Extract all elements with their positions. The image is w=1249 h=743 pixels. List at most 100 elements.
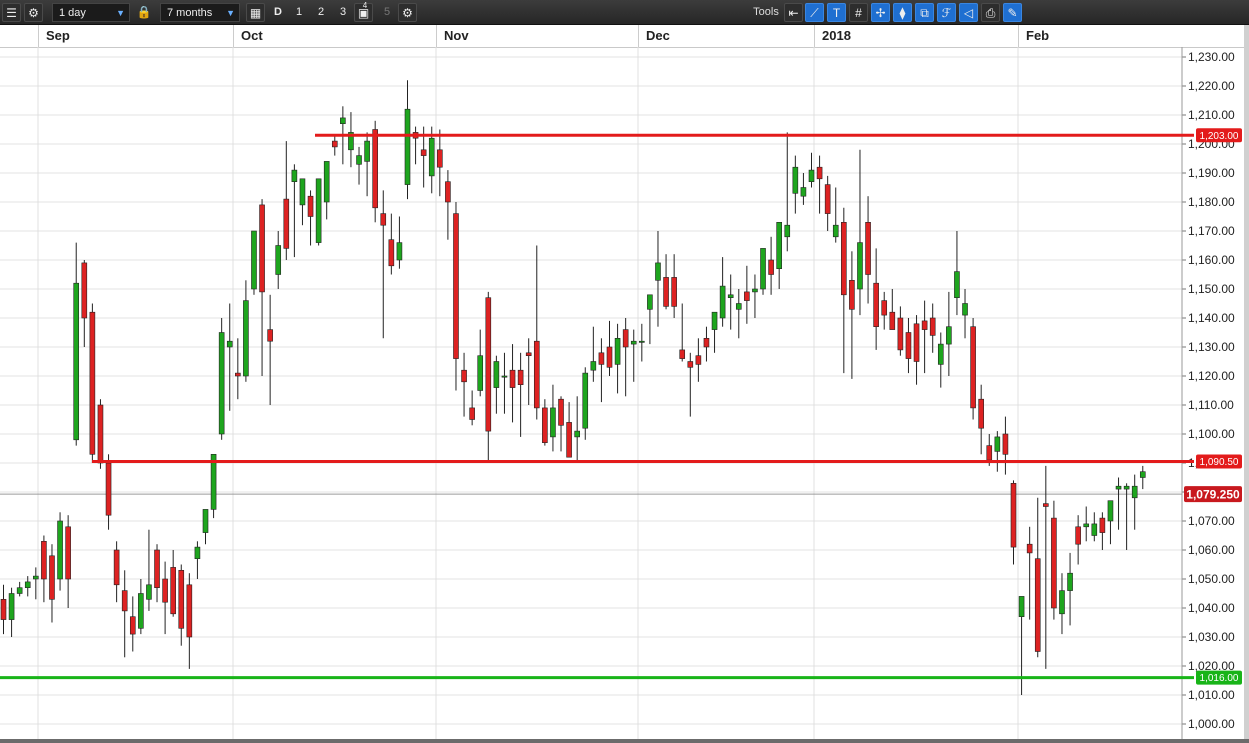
candle-body — [937, 343, 944, 365]
scrollbar[interactable] — [0, 739, 1249, 743]
clear-drawings-icon[interactable]: ✎ — [1003, 3, 1022, 22]
candle-body — [533, 340, 540, 409]
grid-icon[interactable]: # — [849, 3, 868, 22]
candle-body — [590, 361, 597, 371]
candle-body — [1002, 433, 1009, 455]
candle-body — [517, 369, 524, 386]
candle-body — [65, 526, 71, 580]
candle-body — [727, 294, 734, 299]
label-tag-icon[interactable]: ◁ — [959, 3, 978, 22]
candle-body — [162, 578, 168, 603]
interval-select[interactable]: 1 day ▼ — [52, 3, 130, 22]
candle-body — [606, 346, 613, 368]
price-chart[interactable]: 1,230.001,220.001,210.001,200.001,190.00… — [0, 47, 1249, 739]
candle-body — [89, 311, 96, 455]
text-tool-icon[interactable]: T — [827, 3, 846, 22]
candle-body — [24, 581, 31, 589]
candle-body — [671, 277, 677, 307]
menu-icon[interactable]: ☰ — [2, 3, 21, 22]
y-tick-label: 1,140.00 — [1188, 311, 1235, 325]
y-tick-label: 1,060.00 — [1188, 543, 1235, 557]
candle-body — [267, 329, 273, 342]
print-icon[interactable]: ⎙ — [981, 3, 1000, 22]
calendar-icon[interactable]: ▦ — [246, 3, 265, 22]
candle-body — [129, 616, 136, 635]
candle-body — [558, 398, 564, 426]
candle-body — [582, 372, 589, 429]
candle-body — [226, 340, 233, 348]
candle-body — [655, 262, 661, 281]
candle-body — [695, 355, 702, 365]
windows-icon[interactable]: ⧉ — [915, 3, 934, 22]
time-separator — [1018, 25, 1019, 47]
candle-body — [542, 407, 548, 443]
candle-body — [550, 407, 556, 438]
settings-gear-icon[interactable]: ⚙ — [398, 3, 417, 22]
candle-body — [1010, 482, 1017, 548]
candle-body — [315, 178, 322, 243]
candle-body — [800, 187, 807, 197]
candle-body — [33, 575, 39, 580]
y-tick-label: 1,040.00 — [1188, 601, 1235, 615]
preset-2-button[interactable]: 2 — [312, 3, 330, 22]
trendline-icon[interactable]: ⟋ — [805, 3, 824, 22]
candle-body — [525, 352, 532, 356]
candle-body — [1139, 471, 1146, 478]
candle-body — [865, 222, 871, 275]
candle-body — [73, 282, 80, 441]
candle-body — [1075, 526, 1081, 545]
time-label: Feb — [1026, 28, 1050, 43]
candle-body — [259, 204, 265, 293]
fib-icon[interactable]: ℱ — [937, 3, 956, 22]
candle-body — [913, 323, 920, 362]
candle-body — [291, 169, 298, 182]
day-button[interactable]: D — [269, 3, 287, 22]
time-label: 2018 — [822, 28, 851, 43]
candle-body — [598, 352, 605, 365]
time-label: Sep — [46, 28, 70, 43]
lock-icon[interactable]: 🔒 — [136, 3, 152, 22]
gear-icon[interactable]: ⚙ — [24, 3, 43, 22]
y-tick-label: 1,030.00 — [1188, 630, 1235, 644]
candle-body — [824, 184, 831, 214]
time-separator — [436, 25, 437, 47]
collapse-arrow-icon[interactable]: ⇤ — [784, 3, 803, 22]
candle-body — [1107, 500, 1114, 522]
preset-1-button[interactable]: 1 — [290, 3, 308, 22]
candle-body — [323, 161, 330, 203]
candle-body — [663, 277, 669, 307]
range-select[interactable]: 7 months ▼ — [160, 3, 240, 22]
candle-body — [1043, 503, 1049, 507]
candle-body — [251, 230, 257, 290]
interval-label: 1 day — [59, 7, 86, 19]
candle-body — [776, 222, 782, 270]
candle-body — [630, 340, 637, 345]
y-tick-label: 1,180.00 — [1188, 195, 1235, 209]
candle-body — [178, 569, 185, 629]
candle-body — [1123, 485, 1130, 490]
candle-body — [8, 593, 15, 620]
candle-body — [873, 282, 879, 327]
crosshair-icon[interactable]: ✢ — [871, 3, 890, 22]
time-label: Dec — [646, 28, 670, 43]
price-tag-label: 1,090.50 — [1200, 457, 1239, 468]
time-label: Oct — [241, 28, 263, 43]
y-tick-label: 1,190.00 — [1188, 166, 1235, 180]
candle-icon[interactable]: ⧫ — [893, 3, 912, 22]
candle-body — [639, 340, 645, 343]
candle-body — [954, 271, 960, 299]
candle-body — [445, 181, 451, 203]
preset-3-button[interactable]: 3 — [334, 3, 352, 22]
candle-body — [986, 445, 993, 461]
candle-body — [186, 584, 193, 638]
price-tag-label: 1,203.00 — [1200, 131, 1239, 142]
candle-body — [57, 520, 63, 580]
time-separator — [38, 25, 39, 47]
candle-body — [81, 262, 88, 319]
y-tick-label: 1,000.00 — [1188, 717, 1235, 731]
candle-body — [154, 549, 160, 589]
candle-body — [970, 326, 976, 409]
y-tick-label: 1,070.00 — [1188, 514, 1235, 528]
candle-body — [905, 332, 912, 359]
candle-body — [16, 587, 23, 594]
